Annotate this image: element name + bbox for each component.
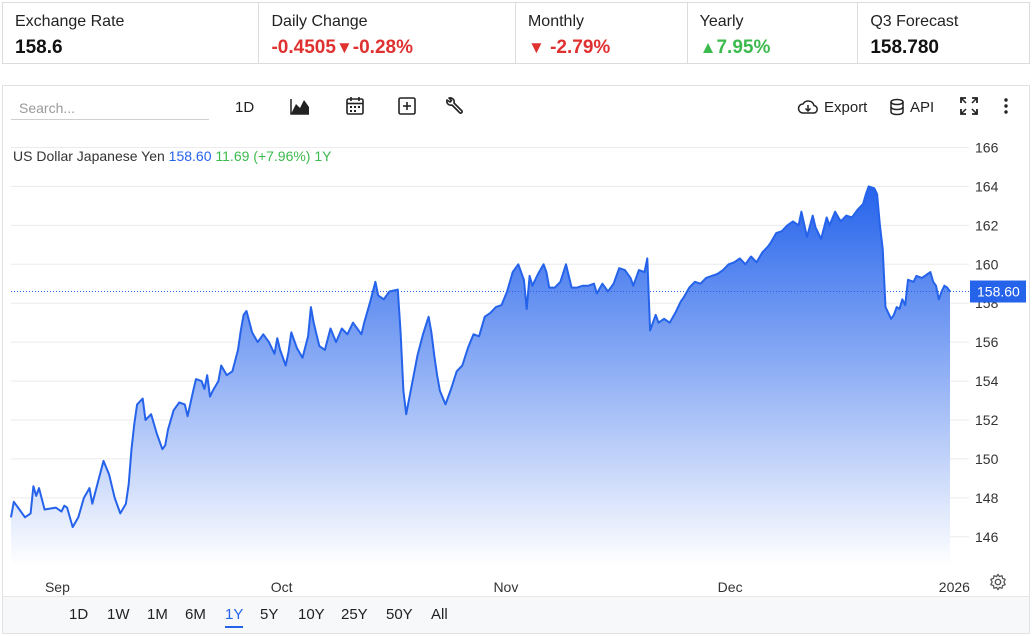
stat-value: -0.4505▼-0.28% (271, 37, 502, 59)
y-tick-label: 166 (975, 139, 999, 155)
y-tick-label: 146 (975, 529, 999, 545)
stat-value: ▲7.95% (699, 37, 771, 58)
stat-value: ▼ -2.79% (527, 37, 611, 58)
range-button-10y[interactable]: 10Y (298, 606, 325, 626)
stat-value: 158.6 (15, 37, 63, 58)
x-tick-label: Nov (493, 579, 518, 595)
x-tick-label: Oct (271, 579, 293, 595)
down-arrow-icon: ▼ (527, 38, 545, 57)
range-button-50y[interactable]: 50Y (386, 606, 413, 626)
stat-label: Yearly (699, 13, 744, 30)
stats-bar: Exchange Rate 158.6 Daily Change -0.4505… (2, 2, 1030, 64)
up-arrow-icon: ▲ (699, 38, 717, 57)
stat-exchange-rate[interactable]: Exchange Rate 158.6 (3, 3, 260, 63)
y-tick-label: 148 (975, 490, 999, 506)
y-tick-label: 156 (975, 334, 999, 350)
range-button-6m[interactable]: 6M (185, 606, 206, 626)
range-button-1m[interactable]: 1M (147, 606, 168, 626)
stat-label: Exchange Rate (15, 13, 125, 30)
x-tick-label: Dec (718, 579, 743, 595)
stat-daily-change[interactable]: Daily Change -0.4505▼-0.28% (259, 3, 516, 63)
x-tick-label: 2026 (939, 579, 970, 595)
range-button-5y[interactable]: 5Y (260, 606, 278, 626)
down-arrow-icon: ▼ (335, 38, 353, 57)
stat-value: 158.780 (870, 37, 939, 58)
last-price-label: 158.60 (977, 284, 1020, 300)
area-fill (11, 186, 950, 566)
chart-panel: 1D Export (2, 85, 1030, 634)
stat-value-percent: -0.28% (352, 37, 413, 58)
y-tick-label: 162 (975, 217, 999, 233)
range-button-1y[interactable]: 1Y (225, 606, 244, 628)
range-button-25y[interactable]: 25Y (341, 606, 368, 626)
stat-monthly[interactable]: Monthly ▼ -2.79% (516, 3, 688, 63)
range-button-1w[interactable]: 1W (107, 606, 130, 626)
y-tick-label: 160 (975, 256, 999, 272)
stat-label: Monthly (527, 13, 584, 30)
y-tick-label: 164 (975, 178, 999, 194)
range-selector: 1D 1W 1M 6M 1Y 5Y 10Y 25Y 50Y All (3, 596, 1029, 633)
range-button-1d[interactable]: 1D (69, 606, 88, 626)
gear-icon[interactable] (989, 573, 1007, 591)
price-chart[interactable]: 146148150152154156158160162164166158.60S… (3, 86, 1029, 596)
stat-value-number: -0.4505 (271, 37, 336, 58)
y-tick-label: 152 (975, 412, 999, 428)
stat-label: Daily Change (271, 13, 368, 30)
stat-label: Q3 Forecast (870, 13, 959, 30)
x-tick-label: Sep (45, 579, 70, 595)
y-tick-label: 154 (975, 373, 999, 389)
range-button-all[interactable]: All (431, 606, 448, 626)
stat-yearly[interactable]: Yearly ▲7.95% (688, 3, 859, 63)
y-tick-label: 150 (975, 451, 999, 467)
stat-q3-forecast[interactable]: Q3 Forecast 158.780 (858, 3, 1029, 63)
